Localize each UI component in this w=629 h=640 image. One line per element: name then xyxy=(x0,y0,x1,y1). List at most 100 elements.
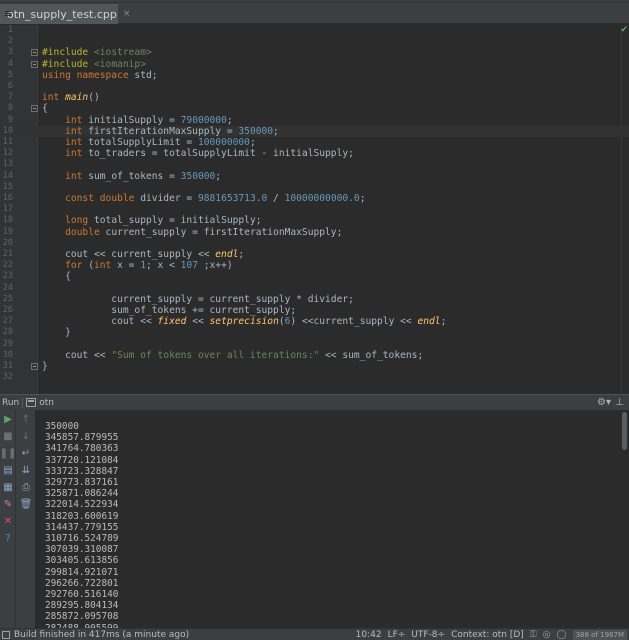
code-line: 12 int to_traders = totalSupplyLimit - i… xyxy=(0,148,629,159)
tab-label: otn_supply_test.cpp xyxy=(7,7,117,21)
line-number: 25 xyxy=(2,293,13,304)
code-line: 24 xyxy=(0,283,629,294)
code-line: 21 cout << current_supply << endl; xyxy=(0,249,629,260)
event-log-icon[interactable]: ◯ xyxy=(557,630,567,640)
run-title: Run xyxy=(2,397,20,408)
line-number: 18 xyxy=(2,215,13,226)
close-icon[interactable]: ✕ xyxy=(1,515,15,529)
tab-otn-supply-test[interactable]: otn_supply_test.cpp × xyxy=(0,4,130,24)
arrow-down-icon[interactable]: ↓ xyxy=(19,430,33,444)
code-line: 20 xyxy=(0,238,629,249)
code-line: 25 current_supply = current_supply * div… xyxy=(0,294,629,305)
code-line: 28 } xyxy=(0,327,629,338)
console-line: 303405.613856 xyxy=(45,555,119,567)
line-number: 22 xyxy=(2,260,13,271)
run-config-label[interactable]: otn xyxy=(39,398,54,408)
soft-wrap-icon[interactable]: ↵ xyxy=(19,447,33,461)
console-line: 333723.328847 xyxy=(45,465,119,477)
console-scrollbar[interactable] xyxy=(621,410,628,628)
run-toolbar: ▶ ■ ❚❚ ▤ ▦ ✎ ✕ ? xyxy=(0,410,16,628)
help-icon[interactable]: ? xyxy=(1,532,15,546)
console-line: 325871.086244 xyxy=(45,488,119,500)
code-line: 18 long total_supply = initialSupply; xyxy=(0,215,629,226)
line-number: 19 xyxy=(2,226,13,237)
line-number: 28 xyxy=(2,327,13,338)
console-line: 318203.600619 xyxy=(45,510,119,522)
file-encoding[interactable]: UTF-8÷ xyxy=(411,630,445,640)
layout-icon[interactable]: ▦ xyxy=(1,481,15,495)
stop-icon[interactable]: ■ xyxy=(1,430,15,444)
line-number: 12 xyxy=(2,148,13,159)
console-line: 329773.837161 xyxy=(45,477,119,489)
current-code-line: 10 int firstIterationMaxSupply = 350000; xyxy=(0,125,629,137)
console-line: 307039.310087 xyxy=(45,544,119,556)
code-line: 11 int totalSupplyLimit = 100000000; xyxy=(0,137,629,148)
resolve-context[interactable]: Context: otn [D] xyxy=(451,630,524,640)
line-number: 29 xyxy=(2,338,13,349)
divider xyxy=(22,397,24,408)
console-toolbar: ↑ ↓ ↵ ⇊ ⎙ 🗑 xyxy=(16,410,36,628)
arrow-up-icon[interactable]: ↑ xyxy=(19,413,33,427)
console-scroll-thumb[interactable] xyxy=(622,412,627,450)
dump-threads-icon[interactable]: ▤ xyxy=(1,464,15,478)
code-line: 30 cout << "Sum of tokens over all itera… xyxy=(0,350,629,361)
code-line: 7 int main() xyxy=(0,92,629,103)
code-line: 26 sum_of_tokens += current_supply; xyxy=(0,305,629,316)
code-line: 8{ xyxy=(0,103,629,114)
line-number: 11 xyxy=(2,137,13,147)
line-number: 1 xyxy=(7,25,13,35)
line-number: 26 xyxy=(2,305,13,315)
memory-indicator[interactable]: 388 of 1987M xyxy=(572,630,627,640)
print-icon[interactable]: ⎙ xyxy=(19,481,33,495)
lock-icon[interactable]: ⚿ xyxy=(530,630,537,640)
fold-marker-icon[interactable] xyxy=(31,60,38,68)
status-bar: Build finished in 417ms (a minute ago) 1… xyxy=(0,628,629,640)
pause-icon[interactable]: ❚❚ xyxy=(0,447,16,461)
line-number: 4 xyxy=(7,58,13,69)
gear-icon[interactable]: ⚙▾ xyxy=(597,397,611,408)
console-line: 292760.516140 xyxy=(45,589,119,601)
console-line: 341764.780363 xyxy=(45,443,119,455)
status-message[interactable]: Build finished in 417ms (a minute ago) xyxy=(14,630,189,640)
code-line: 32 xyxy=(0,372,629,383)
console-line: 322014.522934 xyxy=(45,499,119,511)
code-line: 5 using namespace std; xyxy=(0,70,629,81)
line-number: 20 xyxy=(2,237,13,248)
line-number: 8 xyxy=(7,103,13,114)
pin-icon[interactable]: ✎ xyxy=(1,498,15,512)
trash-icon[interactable]: 🗑 xyxy=(19,498,33,512)
code-line: 27 cout << fixed << setprecision(6) <<cu… xyxy=(0,316,629,327)
code-line: 23 { xyxy=(0,271,629,282)
code-line: 22 for (int x = 1; x < 107 ;x++) xyxy=(0,260,629,271)
caret-position[interactable]: 10:42 xyxy=(356,630,382,640)
console-line: 345857.879955 xyxy=(45,432,119,444)
line-number: 32 xyxy=(2,372,13,383)
rerun-icon[interactable]: ▶ xyxy=(1,413,15,427)
code-line: 17 xyxy=(0,204,629,215)
console-line: 310716.524789 xyxy=(45,533,119,545)
inspector-icon[interactable]: ◎ xyxy=(543,630,551,640)
line-number: 15 xyxy=(2,181,13,192)
line-number: 5 xyxy=(7,69,13,80)
console-output[interactable]: 350000 345857.879955 341764.780363 337720.1… xyxy=(45,421,118,634)
code-line: 4 #include <iomanip> xyxy=(0,59,629,70)
code-editor[interactable]: ✔ 1 2 3 #include <iostream> 4 #include <io… xyxy=(0,25,629,394)
code-line: 16 const double divider = 9881653713.0 /… xyxy=(0,193,629,204)
code-line: 29 xyxy=(0,339,629,350)
code-line: 15 xyxy=(0,182,629,193)
fold-marker-icon[interactable] xyxy=(31,105,38,113)
hide-panel-icon[interactable]: ⊥ xyxy=(615,397,624,408)
line-number: 30 xyxy=(2,349,13,360)
line-separator[interactable]: LF÷ xyxy=(388,630,406,640)
fold-marker-icon[interactable] xyxy=(31,49,38,57)
console-line: 299814.921071 xyxy=(45,566,119,578)
line-number: 14 xyxy=(2,170,13,181)
line-number: 16 xyxy=(2,193,13,203)
fold-marker-icon[interactable] xyxy=(31,363,38,370)
close-icon[interactable]: × xyxy=(123,9,131,19)
editor-tab-bar: otn_supply_test.cpp × xyxy=(0,0,629,24)
scroll-to-end-icon[interactable]: ⇊ xyxy=(19,464,33,478)
line-number: 13 xyxy=(2,159,13,170)
tool-windows-icon[interactable] xyxy=(2,631,10,639)
code-line: 13 xyxy=(0,159,629,170)
